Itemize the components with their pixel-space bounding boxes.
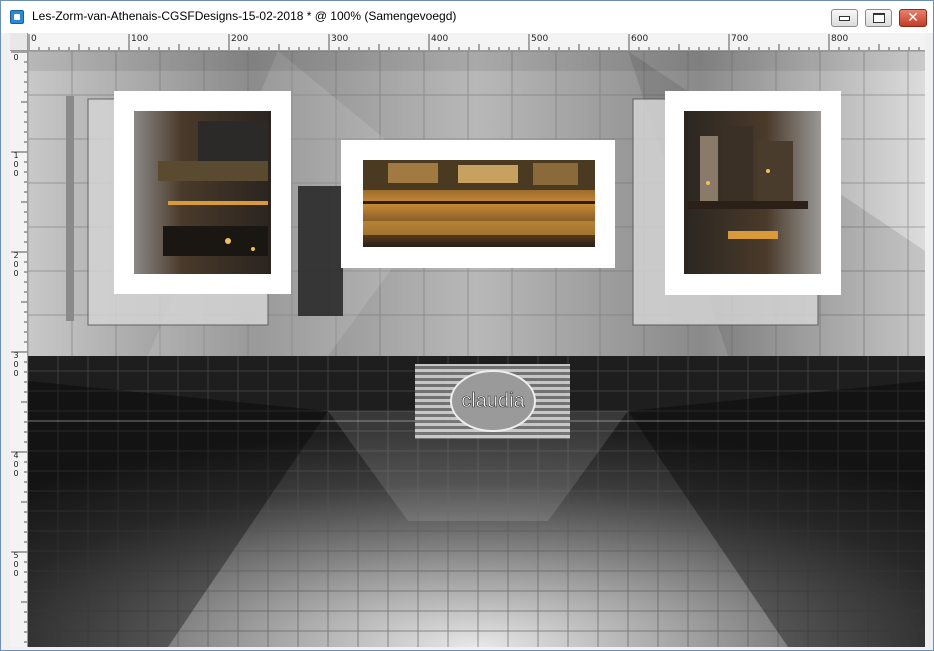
ruler-label: 500	[13, 551, 19, 578]
ruler-label: 800	[831, 34, 849, 44]
ruler-label: 300	[13, 351, 19, 378]
ruler-label: 100	[131, 34, 149, 44]
horizontal-ruler-ticks	[28, 34, 920, 50]
ruler-label: 300	[331, 34, 349, 44]
ruler-label: 400	[431, 34, 449, 44]
ruler-label: 200	[13, 251, 19, 278]
ruler-label: 500	[531, 34, 549, 44]
app-icon	[10, 10, 24, 24]
vertical-ruler[interactable]: 0 100 200 300 400 500	[10, 51, 28, 647]
ruler-label: 0	[31, 34, 37, 44]
window-edge	[925, 33, 933, 647]
minimize-button[interactable]	[831, 9, 858, 27]
ruler-label: 100	[13, 151, 19, 178]
app-window: Les-Zorm-van-Athenais-CGSFDesigns-15-02-…	[0, 0, 934, 651]
ruler-label: 0	[13, 53, 19, 62]
maximize-icon	[872, 13, 885, 23]
close-button[interactable]: ✕	[899, 9, 927, 27]
window-title: Les-Zorm-van-Athenais-CGSFDesigns-15-02-…	[32, 9, 457, 23]
ruler-label: 400	[13, 451, 19, 478]
ruler-corner	[10, 33, 28, 51]
title-bar[interactable]: Les-Zorm-van-Athenais-CGSFDesigns-15-02-…	[1, 1, 933, 33]
ruler-label: 700	[731, 34, 749, 44]
ruler-label: 600	[631, 34, 649, 44]
watermark-text: claudia	[461, 390, 525, 412]
horizontal-ruler[interactable]: 0 100 200 300 400 500 600 700 800	[28, 33, 925, 51]
ruler-label: 200	[231, 34, 249, 44]
artwork: claudia	[28, 51, 925, 647]
close-icon: ✕	[907, 10, 919, 26]
image-canvas[interactable]: claudia	[28, 51, 925, 647]
minimize-icon	[839, 15, 850, 21]
maximize-button[interactable]	[865, 9, 892, 27]
